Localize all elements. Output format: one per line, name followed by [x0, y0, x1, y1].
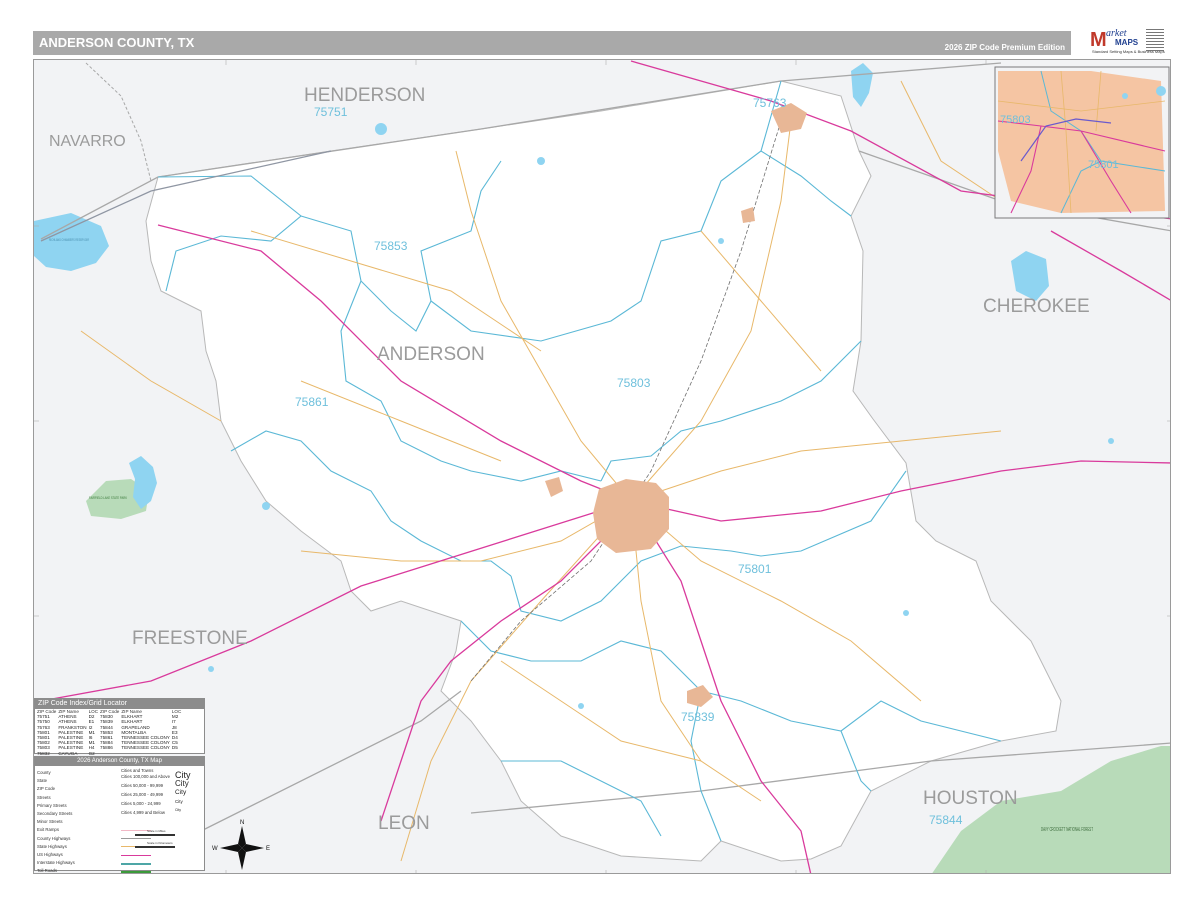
legend-item: Primary Streets: [37, 802, 67, 808]
legend-swatch: [121, 838, 151, 840]
zip-label-75803: 75803: [617, 376, 651, 390]
city-size-legend: Cities 100,000 and Above: [121, 774, 170, 779]
table-cell: TENNESSEE COLONY: [121, 745, 170, 751]
table-row: 75803 PALESTINE H4 75886 TENNESSEE COLONY D5: [37, 745, 183, 750]
legend-item: State: [37, 778, 48, 784]
zip-index-table: ZIP Code ZIP Name LOC ZIP Code ZIP Name …: [37, 709, 183, 756]
logo-line2: MAPS: [1115, 38, 1139, 47]
pond: [208, 666, 214, 672]
inset-zip-label-75801: 75801: [1088, 159, 1119, 171]
legend-item: County: [37, 770, 51, 775]
city-sample: City: [175, 808, 182, 813]
legend-item: Exit Ramps: [37, 827, 59, 833]
logo-info-block: [1146, 29, 1164, 53]
legend-swatch: [121, 862, 151, 865]
zip-label-75861: 75861: [295, 395, 329, 409]
county-label-leon: LEON: [378, 813, 430, 834]
inset-map-palestine[interactable]: 75803 75801: [994, 66, 1170, 219]
inset-zip-label-75803: 75803: [1000, 114, 1031, 126]
label-state-park: FAIRFIELD LAKE STATE PARK: [89, 495, 127, 500]
city-sample: City: [175, 798, 183, 804]
compass-s: S: [240, 873, 244, 874]
pond: [578, 703, 584, 709]
pond: [262, 502, 270, 510]
city-sample: City: [175, 789, 187, 797]
zip-label-75763: 75763: [753, 96, 787, 110]
county-label-anderson: ANDERSON: [377, 344, 485, 365]
city-size-legend: Cities 50,000 - 99,999: [121, 783, 164, 788]
zip-index-legend: ZIP Code Index/Grid Locator ZIP Code ZIP…: [34, 698, 205, 756]
city-size-legend: Cities 25,000 - 49,999: [121, 792, 164, 797]
map-legend: 2026 Anderson County, TX Map County State…: [34, 756, 205, 874]
map-page: ANDERSON COUNTY, TX 2026 ZIP Code Premiu…: [0, 0, 1200, 908]
county-label-navarro: NAVARRO: [49, 133, 126, 150]
pond: [903, 610, 909, 616]
city-sample: City: [175, 779, 189, 789]
scale-label: Scale in Kilometers: [147, 841, 173, 845]
legend-item: Secondary Streets: [37, 811, 73, 816]
legend-swatch: [121, 854, 151, 856]
page-title: ANDERSON COUNTY, TX: [39, 35, 195, 50]
legend-item: Interstate Highways: [37, 860, 75, 866]
zip-label-75751: 75751: [314, 105, 348, 119]
scale-label: Scale in Miles: [147, 829, 166, 833]
legend-item: US Highways: [37, 852, 63, 857]
city-size-legend: Cities 5,000 - 24,999: [121, 801, 161, 806]
zip-label-75839: 75839: [681, 710, 715, 724]
city-size-legend: Cities 4,999 and Below: [121, 810, 165, 815]
pond: [375, 123, 387, 135]
title-bar: ANDERSON COUNTY, TX 2026 ZIP Code Premiu…: [33, 31, 1071, 55]
zip-index-header: ZIP Code Index/Grid Locator: [35, 699, 204, 709]
county-label-henderson: HENDERSON: [304, 85, 425, 106]
legend-item: State Highways: [37, 843, 67, 849]
scale-bar: [135, 846, 175, 848]
inset-urban-area: [998, 71, 1165, 213]
county-label-cherokee: CHEROKEE: [983, 296, 1090, 317]
compass-w: W: [212, 846, 218, 852]
pond: [537, 157, 545, 165]
edition-label: 2026 ZIP Code Premium Edition: [944, 43, 1065, 52]
label-richland-chambers: RICHLAND CHAMBERS RESERVOIR: [49, 237, 89, 242]
county-label-houston: HOUSTON: [923, 788, 1018, 809]
zip-label-75844: 75844: [929, 813, 963, 827]
county-label-freestone: FREESTONE: [132, 628, 248, 649]
market-maps-logo: M arket MAPS Standard Setting Maps & Bus…: [1090, 27, 1166, 57]
zip-label-75801: 75801: [738, 562, 772, 576]
legend-item: Streets: [37, 794, 51, 800]
legend-item: Toll Roads: [37, 868, 58, 874]
cities-header: Cities and Towns: [121, 768, 154, 773]
label-davy-crockett: DAVY CROCKETT NATIONAL FOREST: [1041, 827, 1093, 833]
legend-item: County Highways: [37, 835, 71, 841]
legend-swatch: [121, 870, 151, 873]
pond: [1108, 438, 1114, 444]
legend-item: Minor Streets: [37, 819, 63, 825]
pond: [718, 238, 724, 244]
compass-n: N: [240, 820, 244, 826]
scale-bar: [135, 834, 175, 836]
zip-label-75853: 75853: [374, 239, 408, 253]
legend-item: ZIP Code: [37, 786, 56, 792]
map-legend-header: 2026 Anderson County, TX Map: [35, 757, 204, 766]
compass-e: E: [266, 846, 270, 852]
